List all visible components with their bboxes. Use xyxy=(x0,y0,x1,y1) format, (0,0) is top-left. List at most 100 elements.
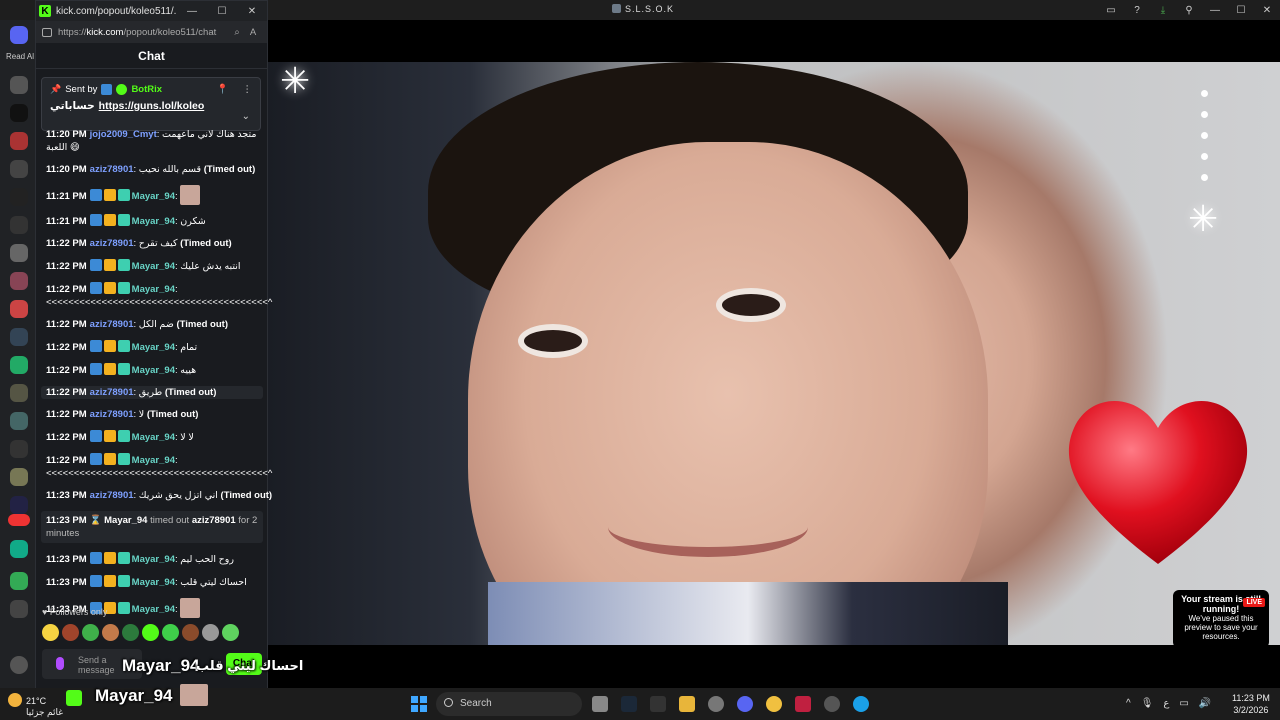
volume-icon[interactable]: 🔊 xyxy=(1199,698,1211,709)
close-button[interactable]: ✕ xyxy=(237,6,267,17)
pinned-link[interactable]: https://guns.lol/koleo xyxy=(99,100,205,112)
server-icon[interactable] xyxy=(10,104,28,122)
chat-message[interactable]: 11:22 PM Mayar_94: تمام xyxy=(41,340,263,354)
moderator-badge-icon[interactable] xyxy=(89,189,102,201)
maximize-button[interactable]: ☐ xyxy=(207,6,237,17)
close-button[interactable]: ✕ xyxy=(1254,5,1280,16)
server-icon[interactable] xyxy=(10,300,28,318)
task-view-icon[interactable] xyxy=(592,696,608,712)
system-target[interactable]: aziz78901 xyxy=(192,515,236,526)
server-icon[interactable] xyxy=(10,572,28,590)
subscriber-badge-icon[interactable] xyxy=(117,214,130,226)
maximize-button[interactable]: ☐ xyxy=(1228,5,1254,16)
kick-taskbar-icon[interactable] xyxy=(66,690,82,706)
emote-icon[interactable] xyxy=(222,624,239,641)
crown-badge-icon[interactable] xyxy=(103,259,116,271)
message-username[interactable]: Mayar_94 xyxy=(132,365,175,376)
moderator-badge-icon[interactable] xyxy=(89,552,102,564)
moderator-badge-icon[interactable] xyxy=(89,453,102,465)
epic-games-icon[interactable] xyxy=(650,696,666,712)
extensions-icon[interactable]: ▭ xyxy=(1098,5,1124,16)
emote-icon[interactable] xyxy=(202,624,219,641)
chat-message[interactable]: 11:22 PM Mayar_94: لا لا xyxy=(41,430,263,444)
chat-message[interactable]: 11:22 PM Mayar_94: <<<<<<<<<<<<<<<<<<<<<<… xyxy=(41,282,272,309)
subscriber-badge-icon[interactable] xyxy=(117,575,130,587)
chat-message[interactable]: 11:22 PM aziz78901: لا (Timed out) xyxy=(41,408,263,421)
chevron-up-icon[interactable]: ^ xyxy=(1126,698,1131,709)
subscriber-badge-icon[interactable] xyxy=(117,363,130,375)
subscriber-badge-icon[interactable] xyxy=(117,430,130,442)
subscriber-badge-icon[interactable] xyxy=(117,340,130,352)
subscriber-badge-icon[interactable] xyxy=(117,453,130,465)
mic-icon[interactable] xyxy=(56,657,64,670)
emote-icon[interactable] xyxy=(62,624,79,641)
emote-icon[interactable] xyxy=(162,624,179,641)
moderator-badge-icon[interactable] xyxy=(89,214,102,226)
message-username[interactable]: aziz78901 xyxy=(90,387,134,398)
server-icon[interactable] xyxy=(10,540,28,558)
moderator-badge-icon[interactable] xyxy=(89,363,102,375)
chat-message-list[interactable]: 11:20 PM jojo2009_Cmyt: متجد هناك لاني ما… xyxy=(41,128,272,627)
chat-message[interactable]: 11:22 PM aziz78901: كيف تقرح (Timed out) xyxy=(41,237,263,250)
subscriber-badge-icon[interactable] xyxy=(117,552,130,564)
message-username[interactable]: Mayar_94 xyxy=(132,554,175,565)
message-username[interactable]: Mayar_94 xyxy=(132,577,175,588)
pin-icon[interactable]: ⚲ xyxy=(1176,5,1202,16)
settings-icon[interactable] xyxy=(708,696,724,712)
server-icon[interactable] xyxy=(10,160,28,178)
message-username[interactable]: aziz78901 xyxy=(90,164,134,175)
crown-badge-icon[interactable] xyxy=(103,214,116,226)
chat-message[interactable]: 11:20 PM aziz78901: قسم بالله نحيب (Timed… xyxy=(41,163,263,176)
message-username[interactable]: Mayar_94 xyxy=(132,342,175,353)
server-icon[interactable] xyxy=(10,216,28,234)
subscriber-badge-icon[interactable] xyxy=(117,602,130,614)
system-message[interactable]: 11:23 PM ⌛ Mayar_94 timed out aziz78901 f… xyxy=(41,511,263,543)
server-icon[interactable] xyxy=(10,384,28,402)
user-avatar[interactable] xyxy=(10,656,28,674)
chat-message[interactable]: 11:22 PM Mayar_94: <<<<<<<<<<<<<<<<<<<<<<… xyxy=(41,453,272,480)
emote-icon[interactable] xyxy=(82,624,99,641)
message-username[interactable]: aziz78901 xyxy=(90,238,134,249)
emote-icon[interactable] xyxy=(102,624,119,641)
language-indicator[interactable]: ع xyxy=(1163,698,1169,709)
chat-message[interactable]: 11:23 PM Mayar_94: احساك ليتي قلب xyxy=(41,575,263,589)
emote-icon[interactable] xyxy=(142,624,159,641)
message-username[interactable]: Mayar_94 xyxy=(132,261,175,272)
chevron-down-icon[interactable]: ⌄ xyxy=(242,111,250,122)
system-actor[interactable]: Mayar_94 xyxy=(104,515,147,526)
obs-icon[interactable] xyxy=(824,696,840,712)
chat-message[interactable]: 11:22 PM aziz78901: طريق (Timed out) xyxy=(41,386,263,399)
mic-icon[interactable]: 🎙 xyxy=(1141,698,1154,709)
taskbar-search[interactable]: Search xyxy=(436,692,582,716)
read-aloud-icon[interactable]: A xyxy=(245,27,261,38)
server-icon[interactable] xyxy=(10,188,28,206)
message-username[interactable]: Mayar_94 xyxy=(132,604,175,615)
server-icon[interactable] xyxy=(10,132,28,150)
stream-preview[interactable]: ✳ ✳ xyxy=(268,62,1280,645)
chat-message[interactable]: 11:21 PM Mayar_94: شكرن xyxy=(41,214,263,228)
chat-message[interactable]: 11:20 PM jojo2009_Cmyt: متجد هناك لاني ما… xyxy=(41,128,263,154)
address-url[interactable]: https://kick.com/popout/koleo511/chat xyxy=(58,27,229,38)
edge-icon[interactable] xyxy=(853,696,869,712)
message-username[interactable]: Mayar_94 xyxy=(132,191,175,202)
address-bar[interactable]: https://kick.com/popout/koleo511/chat ⌕ … xyxy=(36,21,267,43)
taskbar-clock[interactable]: 11:23 PM 3/2/2026 xyxy=(1232,692,1270,716)
chat-message[interactable]: 11:23 PM aziz78901: اني اتزل يحق شريك (Ti… xyxy=(41,489,272,502)
server-icon[interactable] xyxy=(10,412,28,430)
message-username[interactable]: Mayar_94 xyxy=(132,432,175,443)
crown-badge-icon[interactable] xyxy=(103,189,116,201)
app-icon[interactable] xyxy=(766,696,782,712)
subscriber-badge-icon[interactable] xyxy=(117,189,130,201)
message-username[interactable]: jojo2009_Cmyt xyxy=(90,129,157,140)
crown-badge-icon[interactable] xyxy=(103,282,116,294)
server-icon[interactable] xyxy=(10,468,28,486)
file-explorer-icon[interactable] xyxy=(679,696,695,712)
minimize-button[interactable]: — xyxy=(1202,5,1228,16)
steam-icon[interactable] xyxy=(621,696,637,712)
crown-badge-icon[interactable] xyxy=(103,552,116,564)
emote-icon[interactable] xyxy=(122,624,139,641)
message-username[interactable]: Mayar_94 xyxy=(132,284,175,295)
emote-bar[interactable] xyxy=(42,624,262,642)
chat-message[interactable]: 11:22 PM Mayar_94: انتبه يدش عليك xyxy=(41,259,263,273)
crown-badge-icon[interactable] xyxy=(103,363,116,375)
